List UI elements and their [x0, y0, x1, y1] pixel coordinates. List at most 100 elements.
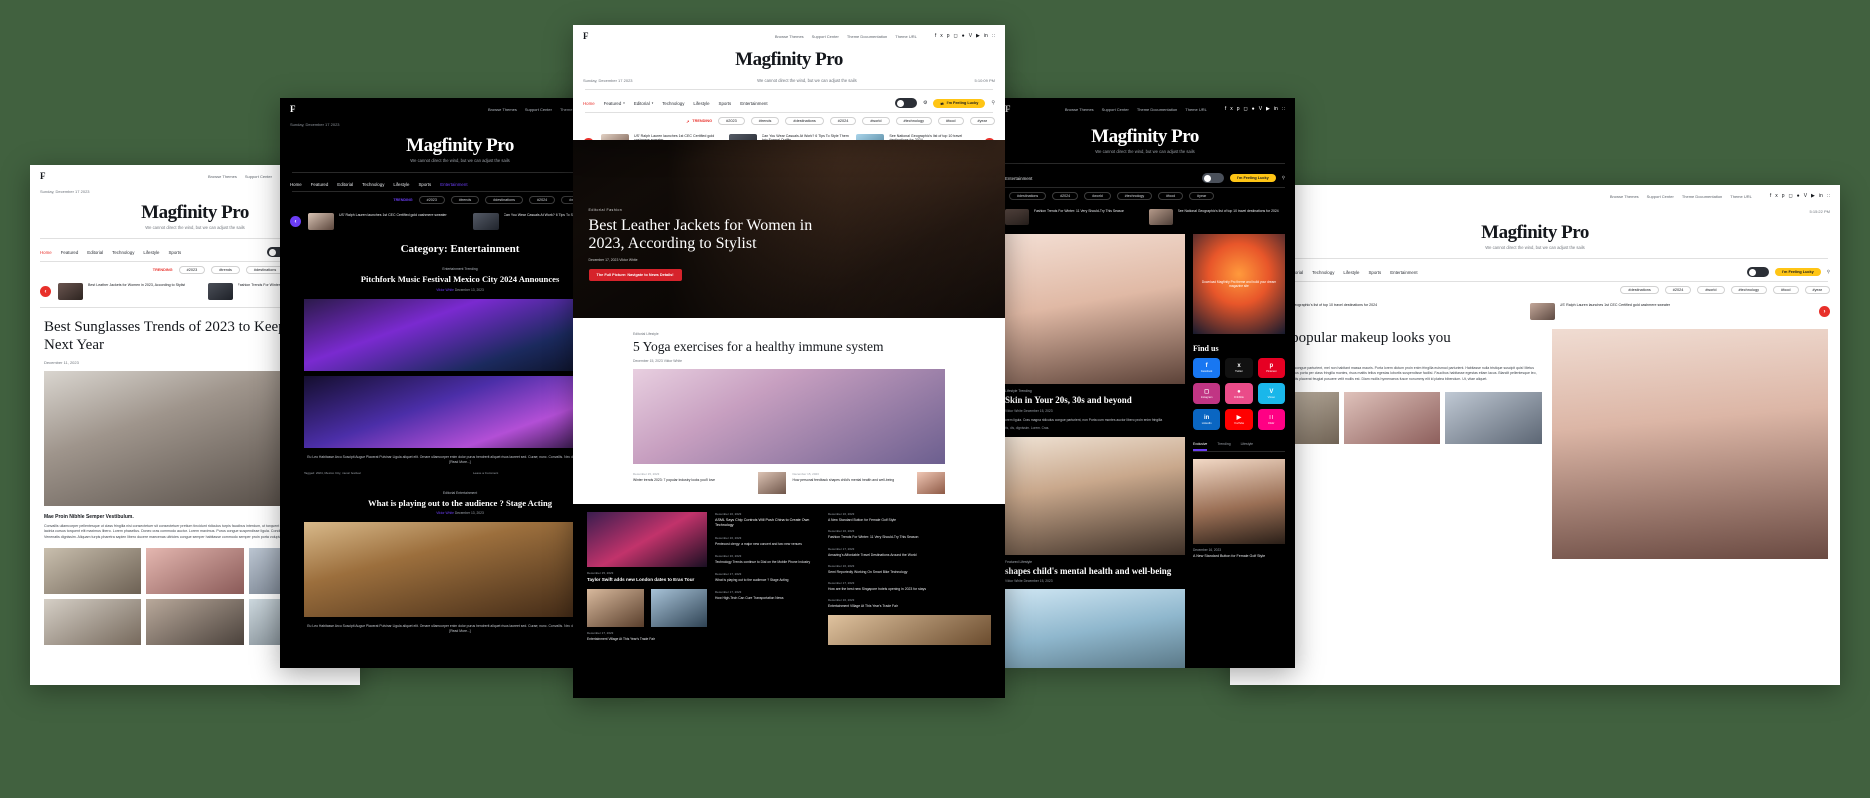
search-icon[interactable]: ⚲ [1282, 175, 1285, 181]
card-title[interactable]: How personal feedback shapes child's men… [793, 478, 914, 482]
grid-image[interactable] [1445, 391, 1542, 444]
ticker-title[interactable]: US' Ralph Lauren launches 1st CEC Certif… [634, 134, 722, 140]
grid-image[interactable] [44, 599, 142, 646]
card-title[interactable]: Winter trends 2023: 7 popular industry l… [633, 478, 754, 482]
trending-tag-2[interactable]: #destinations [1009, 192, 1047, 200]
ticker-title[interactable]: Can You Wear Casuals At Work? 6 Tips To … [762, 134, 850, 140]
ticker-card-0[interactable]: US' Ralph Lauren launches 1st CEC Certif… [308, 213, 466, 230]
site-title[interactable]: Magfinity Pro [1230, 222, 1840, 244]
list-title[interactable]: Fashion Trends For Winter: 11 Very Shoul… [828, 535, 991, 539]
sidebar-post-title[interactable]: A New Standard Button for Female Golf St… [1193, 554, 1285, 558]
dribbble-icon[interactable]: ● [1252, 106, 1255, 112]
logo-icon[interactable]: F [40, 171, 46, 181]
ticker-title[interactable]: US' Ralph Lauren launches 1st CEC Certif… [339, 213, 447, 217]
util-link-3[interactable]: Theme URL [1730, 194, 1752, 199]
news-ticker[interactable]: See National Geographic's list of top 10… [1230, 298, 1840, 325]
post-image[interactable] [1005, 589, 1185, 668]
util-link-0[interactable]: Browse Themes [1610, 194, 1639, 199]
flickr-icon[interactable]: ∷ [1827, 193, 1830, 199]
post-title[interactable]: shapes child's mental health and well-be… [1005, 566, 1185, 577]
ticker-title[interactable]: Fashion Trends For Winter: 11 Very Shoul… [1034, 209, 1124, 213]
card-title[interactable]: Entertainment Village At This Year's Tra… [587, 637, 707, 641]
tab-exclusive[interactable]: Exclusive [1193, 442, 1208, 451]
search-icon[interactable]: ⚲ [1827, 269, 1830, 275]
nav-item-technology[interactable]: Technology [1312, 270, 1334, 275]
trending-tag-5[interactable]: #technology [895, 117, 932, 125]
pinterest-icon[interactable]: p [1782, 193, 1785, 199]
tech-title[interactable]: ASML Says Chip Controls Will Push China … [715, 518, 820, 528]
grid-image[interactable] [146, 599, 244, 646]
util-link-3[interactable]: Theme URL [1185, 107, 1207, 112]
ticker-card-0[interactable]: US' Ralph Lauren launches 1st CEC Certif… [601, 134, 722, 140]
linkedin-icon[interactable]: in [1819, 193, 1823, 199]
logo-icon[interactable]: F [290, 104, 296, 114]
trending-tag-2[interactable]: #destinations [785, 117, 824, 125]
trending-tag-6[interactable]: #food [1772, 286, 1799, 294]
nav-item-home[interactable]: Home [290, 182, 302, 187]
dark-mode-toggle[interactable] [1747, 267, 1770, 277]
sidebar-tabs[interactable]: Exclusive Trending Lifestyle [1193, 442, 1285, 452]
ticker-card-1[interactable]: See National Geographic's list of top 10… [1148, 209, 1286, 225]
nav-item-featured[interactable]: Featured [311, 182, 329, 187]
vimeo-icon[interactable]: V [1804, 193, 1807, 199]
nav-item-sports[interactable]: Sports [719, 101, 732, 106]
post-comments[interactable]: Leave a Comment [473, 471, 498, 475]
breadcrumb[interactable]: Entertainment [1005, 176, 1032, 181]
list-title[interactable]: Entertainment Village At This Year's Tra… [828, 604, 991, 608]
ticker-prev-arrow[interactable]: ‹ [40, 286, 51, 297]
trending-tag-4[interactable]: #world [1697, 286, 1725, 294]
post-title[interactable]: Pitchfork Music Festival Mexico City 202… [304, 274, 616, 285]
nav-item-sports[interactable]: Sports [419, 182, 432, 187]
sidebar-promo[interactable]: Download Magfinity Pro theme and build y… [1193, 234, 1285, 334]
trending-tag-5[interactable]: #technology [1730, 286, 1767, 294]
feature-thumb[interactable] [650, 588, 707, 627]
post-author[interactable]: Viktor White [436, 511, 454, 515]
facebook-icon[interactable]: f [935, 33, 936, 39]
flickr-icon[interactable]: ∷ [992, 33, 995, 39]
nav-item-sports[interactable]: Sports [1369, 270, 1382, 275]
main-nav[interactable]: Home Featured Editorial Technology Lifes… [1230, 263, 1840, 281]
trending-tag-1[interactable]: #trends [450, 196, 480, 204]
tab-lifestyle[interactable]: Lifestyle [1241, 442, 1253, 451]
article-author[interactable]: Viktor White [664, 359, 682, 363]
trending-tag-3[interactable]: #2024 [528, 196, 556, 204]
util-link-2[interactable]: Theme Documentation [847, 34, 887, 39]
grid-image[interactable] [1343, 391, 1441, 444]
hero-author[interactable]: Viktor White [619, 258, 637, 262]
util-link-2[interactable]: Theme Documentation [1682, 194, 1722, 199]
tab-trending[interactable]: Trending [1217, 442, 1230, 451]
card-title[interactable]: Pentecost clergy: a major new concert an… [715, 542, 820, 546]
util-link-0[interactable]: Browse Themes [775, 34, 804, 39]
social-button-twitter[interactable]: x Twitter [1225, 358, 1253, 378]
instagram-icon[interactable]: ◻ [1789, 193, 1793, 199]
util-link-1[interactable]: Support Center [1647, 194, 1674, 199]
x-icon[interactable]: x [1230, 106, 1233, 112]
ticker-title[interactable]: US' Ralph Lauren launches 1st CEC Certif… [1560, 303, 1671, 307]
news-ticker[interactable]: Fashion Trends For Winter: 11 Very Shoul… [995, 204, 1295, 230]
window-bottom-right-light[interactable]: F Browse Themes Support Center Theme Doc… [1230, 185, 1840, 685]
gear-icon[interactable]: ⚙ [923, 100, 927, 106]
ticker-card-1[interactable]: Can You Wear Casuals At Work? 6 Tips To … [728, 134, 850, 140]
x-icon[interactable]: x [940, 33, 943, 39]
ticker-title[interactable]: Best Leather Jackets for Women in 2023, … [88, 283, 185, 287]
trending-tag-1[interactable]: #trends [750, 117, 780, 125]
vimeo-icon[interactable]: V [1259, 106, 1262, 112]
feature-image[interactable] [587, 512, 707, 568]
trending-tag-0[interactable]: #2023 [418, 196, 445, 204]
nav-item-lifestyle[interactable]: Lifestyle [393, 182, 409, 187]
youtube-icon[interactable]: ▶ [976, 33, 980, 39]
mini-card[interactable]: December 15, 2023 Winter trends 2023: 7 … [633, 472, 786, 495]
trending-tag-3[interactable]: #2024 [1052, 192, 1079, 200]
ticker-next-arrow[interactable]: › [984, 138, 996, 140]
social-button-flickr[interactable]: ∷ Flickr [1257, 409, 1285, 430]
trending-tag-4[interactable]: #world [862, 117, 890, 125]
social-button-pinterest[interactable]: p Pinterest [1257, 358, 1285, 378]
nav-item-featured[interactable]: Featured [61, 250, 79, 255]
feature-thumb[interactable] [587, 588, 644, 627]
post-tags[interactable]: Tagged: 2024, Mexico City, music festiva… [304, 471, 361, 475]
social-icons[interactable]: f x p ◻ ● V ▶ in ∷ [1225, 106, 1285, 112]
ticker-card-2[interactable]: See National Geographic's list of top 10… [856, 134, 977, 140]
mini-card[interactable]: December 15, 2023 How personal feedback … [793, 472, 945, 495]
card-title[interactable]: What is playing out to the audience ? St… [715, 578, 820, 582]
trending-tag-7[interactable]: #year [1189, 192, 1215, 200]
